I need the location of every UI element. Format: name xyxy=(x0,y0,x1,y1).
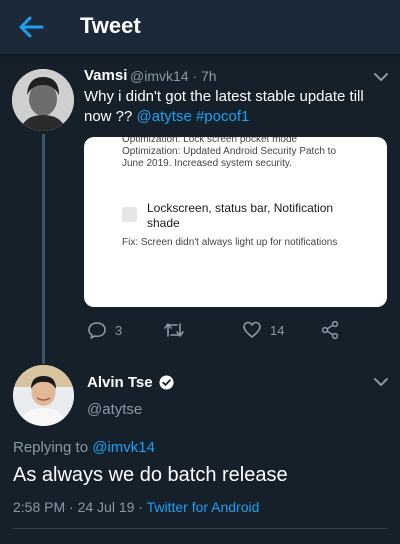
reply-text: Why i didn't got the latest stable updat… xyxy=(84,87,384,127)
like-action[interactable]: 14 xyxy=(242,320,284,340)
media-line-1: Optimization: Lock screen pocket mode xyxy=(122,137,298,145)
reply-menu-chevron-down-icon[interactable] xyxy=(373,72,389,82)
back-arrow-icon[interactable] xyxy=(16,13,46,41)
share-icon xyxy=(321,320,339,340)
media-heading: Lockscreen, status bar, Notification sha… xyxy=(147,201,334,230)
tweet-metadata: 2:58 PM · 24 Jul 19 · Twitter for Androi… xyxy=(13,499,259,515)
reply-action[interactable]: 3 xyxy=(87,320,122,340)
reply-author-handle[interactable]: @imvk14 xyxy=(130,68,189,84)
avatar-alvin-image xyxy=(13,365,74,426)
verified-badge-icon xyxy=(159,375,174,390)
media-settings-icon xyxy=(122,207,137,222)
main-menu-chevron-down-icon[interactable] xyxy=(373,377,389,387)
page-title: Tweet xyxy=(80,13,141,38)
reply-hashtag-link[interactable]: #pocof1 xyxy=(196,108,249,125)
tweet-timestamp: 2:58 PM · 24 Jul 19 · xyxy=(13,499,143,515)
main-author-name[interactable]: Alvin Tse xyxy=(87,374,153,391)
divider xyxy=(13,528,387,529)
media-line-3: June 2019. Increased system security. xyxy=(122,158,292,169)
avatar-vamsi[interactable] xyxy=(12,69,74,131)
reply-author-name[interactable]: Vamsi xyxy=(84,67,127,84)
main-author-handle[interactable]: @atytse xyxy=(87,401,142,418)
avatar-vamsi-image xyxy=(12,69,74,131)
tweet-source-link[interactable]: Twitter for Android xyxy=(147,499,260,515)
share-action[interactable] xyxy=(320,320,340,340)
main-tweet-text: As always we do batch release xyxy=(13,464,288,486)
comment-icon xyxy=(88,322,106,339)
thread-connector-line xyxy=(42,134,45,364)
like-count: 14 xyxy=(270,322,285,338)
app-bar-shadow xyxy=(0,54,400,58)
avatar-alvin[interactable] xyxy=(13,365,74,426)
reply-author-meta: @imvk14 · 7h xyxy=(130,68,217,84)
replying-to-link[interactable]: @imvk14 xyxy=(92,439,155,456)
media-line-2: Optimization: Updated Android Security P… xyxy=(122,146,337,157)
media-fix-line: Fix: Screen didn't always light up for n… xyxy=(122,237,338,248)
replying-to-label: Replying to xyxy=(13,439,89,456)
app-bar: Tweet xyxy=(0,0,400,54)
reply-time: · 7h xyxy=(192,68,217,84)
replying-to: Replying to @imvk14 xyxy=(13,439,155,456)
reply-count: 3 xyxy=(115,322,123,338)
retweet-action[interactable] xyxy=(163,320,193,340)
media-screenshot[interactable]: Optimization: Lock screen pocket mode Op… xyxy=(84,137,387,307)
heart-icon xyxy=(243,321,261,338)
main-author: Alvin Tse xyxy=(87,374,174,391)
reply-mention-link[interactable]: @atytse xyxy=(137,108,192,125)
retweet-icon xyxy=(164,323,184,337)
